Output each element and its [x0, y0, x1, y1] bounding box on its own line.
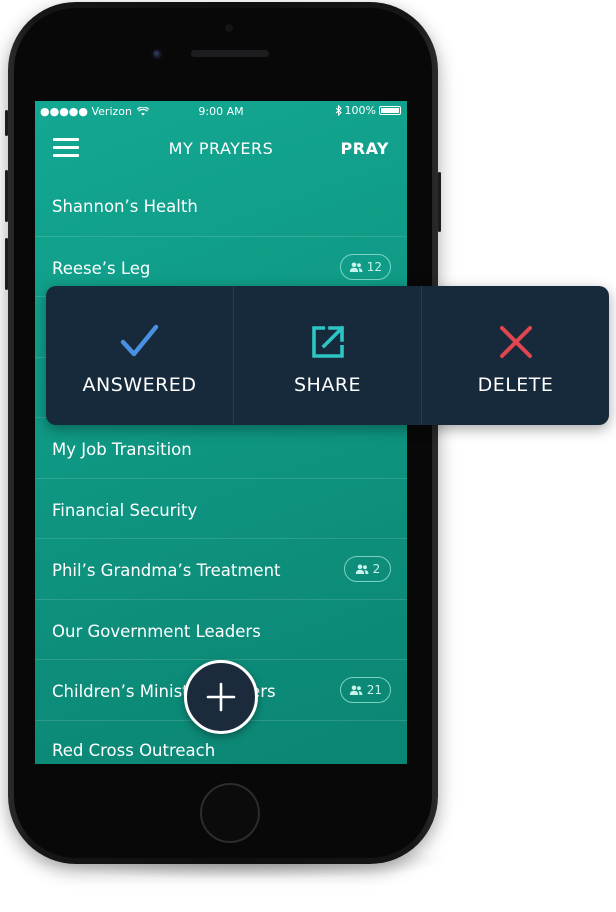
- close-x-icon: [499, 326, 532, 358]
- group-count-badge[interactable]: 2: [344, 556, 391, 582]
- group-count: 2: [372, 562, 381, 576]
- pray-button[interactable]: PRAY: [341, 139, 389, 158]
- prayer-action-menu: ANSWERED SHARE DELETE: [46, 286, 609, 425]
- volume-up-button: [5, 170, 8, 222]
- prayer-title: Financial Security: [52, 500, 198, 520]
- prayer-title: My Job Transition: [52, 440, 192, 459]
- delete-button[interactable]: DELETE: [421, 286, 609, 425]
- status-bar: ●●●●● Verizon 9:00 AM 100%: [35, 101, 407, 121]
- home-button[interactable]: [200, 783, 260, 843]
- power-button: [438, 172, 441, 232]
- prayer-title: Shannon’s Health: [52, 197, 198, 216]
- battery-percentage: 100%: [344, 104, 376, 117]
- status-right-group: 100%: [335, 104, 401, 117]
- prayer-item[interactable]: Our Government Leaders: [35, 598, 407, 660]
- prayer-title: Phil’s Grandma’s Treatment: [52, 561, 281, 580]
- mute-switch: [5, 110, 8, 136]
- people-icon: [349, 685, 363, 695]
- share-label: SHARE: [293, 374, 362, 396]
- people-icon: [355, 564, 369, 574]
- prayer-item[interactable]: Phil’s Grandma’s Treatment 2: [35, 538, 407, 599]
- group-count: 21: [366, 683, 382, 697]
- prayer-title: Red Cross Outreach: [52, 740, 216, 760]
- front-camera-icon: [151, 48, 163, 60]
- prayer-title: Reese’s Leg: [52, 258, 151, 278]
- nav-bar: MY PRAYERS PRAY: [35, 121, 407, 173]
- prayer-item[interactable]: Shannon’s Health: [35, 175, 407, 236]
- checkmark-icon: [120, 324, 158, 357]
- delete-label: DELETE: [477, 374, 554, 396]
- answered-button[interactable]: ANSWERED: [46, 286, 233, 425]
- prayer-title: Our Government Leaders: [52, 621, 261, 641]
- add-prayer-button[interactable]: [184, 660, 258, 734]
- earpiece-speaker: [191, 50, 269, 57]
- plus-icon: [206, 682, 236, 712]
- external-link-icon: [311, 325, 345, 358]
- answered-label: ANSWERED: [82, 374, 197, 396]
- bluetooth-icon: [335, 105, 342, 116]
- group-count-badge[interactable]: 21: [339, 677, 391, 703]
- prayer-item[interactable]: Financial Security: [35, 477, 407, 539]
- group-count-badge[interactable]: 12: [339, 253, 391, 280]
- volume-down-button: [5, 238, 8, 290]
- proximity-sensor: [225, 24, 233, 32]
- battery-icon: [379, 106, 401, 115]
- share-button[interactable]: SHARE: [233, 286, 421, 425]
- prayer-item[interactable]: My Job Transition: [35, 417, 407, 478]
- group-count: 12: [366, 259, 382, 274]
- people-icon: [349, 262, 363, 272]
